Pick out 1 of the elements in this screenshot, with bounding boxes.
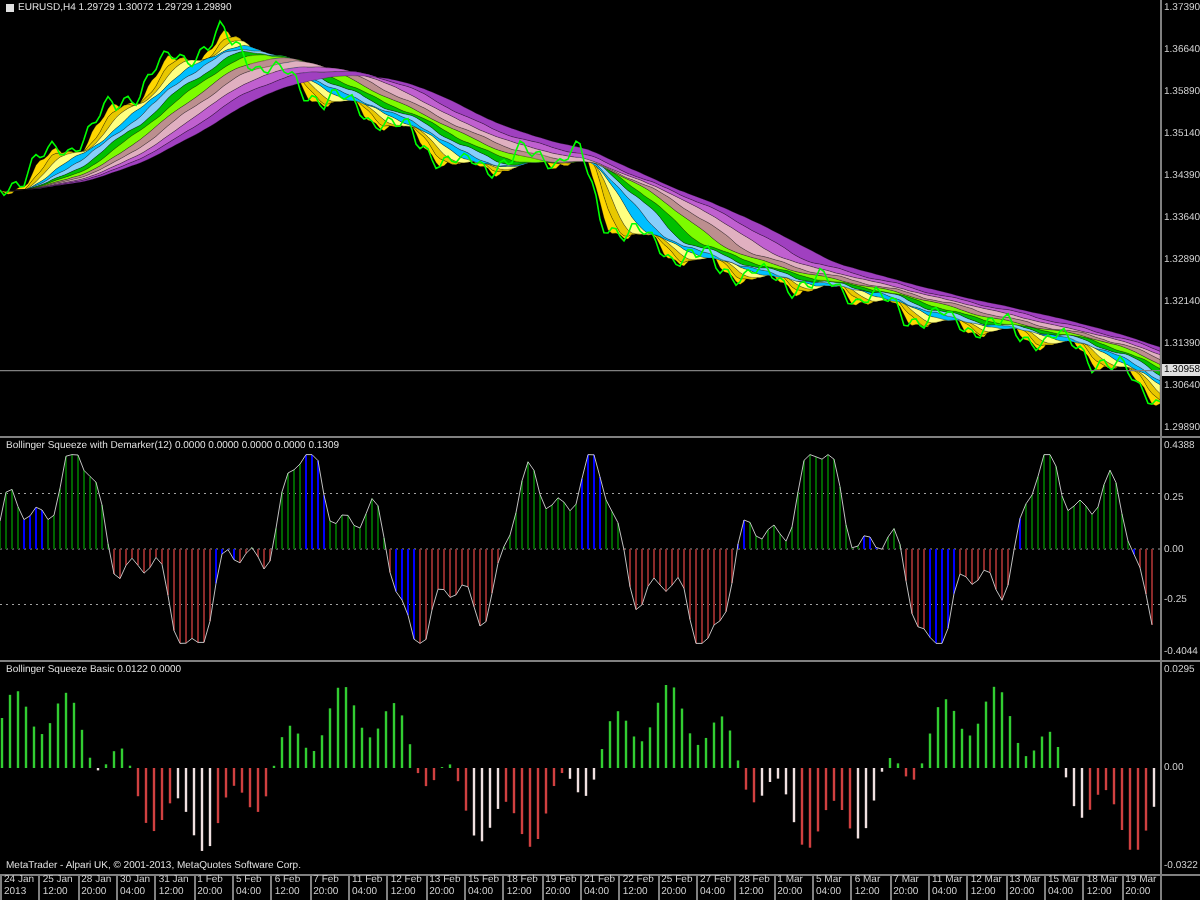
- square-icon: [6, 4, 14, 12]
